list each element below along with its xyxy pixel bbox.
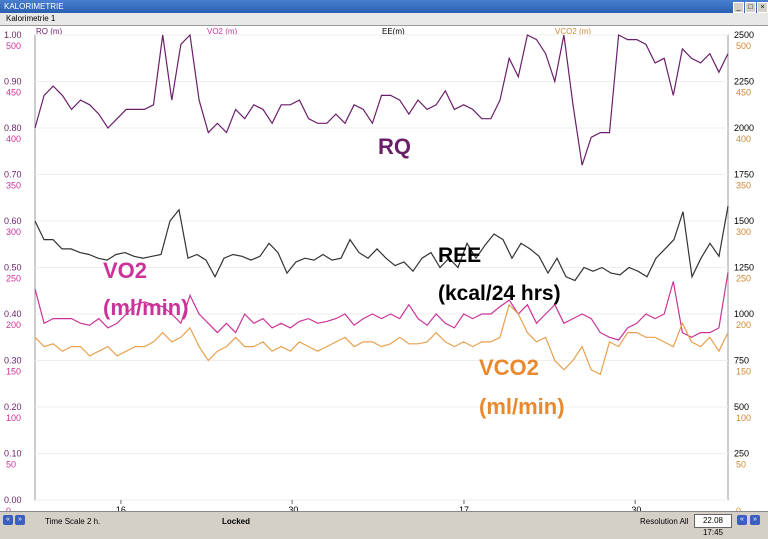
ee-tick-label: 500 bbox=[734, 402, 749, 412]
annotation-ree: REE bbox=[438, 244, 481, 267]
rq-tick-label: 1.00 bbox=[4, 30, 22, 40]
maximize-icon[interactable]: □ bbox=[745, 2, 756, 13]
resolution-label: Resolution All bbox=[640, 517, 689, 526]
minimize-icon[interactable]: _ bbox=[733, 2, 744, 13]
ee-tick-label: 1250 bbox=[734, 263, 754, 273]
vo2-tick-label: 300 bbox=[6, 227, 21, 237]
ee-tick-label: 1750 bbox=[734, 170, 754, 180]
vo2-tick-label: 350 bbox=[6, 181, 21, 191]
rq-tick-label: 0.00 bbox=[4, 495, 22, 505]
tab-kalorimetrie-1[interactable]: Kalorimetrie 1 bbox=[6, 13, 55, 25]
annotation-vco2-unit: (ml/min) bbox=[479, 394, 565, 419]
vco2-tick-label: 200 bbox=[736, 320, 751, 330]
vo2-tick-label: 150 bbox=[6, 367, 21, 377]
vo2-tick-label: 200 bbox=[6, 320, 21, 330]
rq-tick-label: 0.70 bbox=[4, 170, 22, 180]
window-title: KALORIMETRIE bbox=[4, 2, 64, 11]
ee-tick-label: 750 bbox=[734, 356, 749, 366]
vo2-tick-label: 400 bbox=[6, 134, 21, 144]
vo2-tick-label: 500 bbox=[6, 41, 21, 51]
tab-bar: Kalorimetrie 1 bbox=[0, 13, 768, 26]
rq-tick-label: 0.40 bbox=[4, 309, 22, 319]
annotation-rq: RQ bbox=[378, 134, 411, 159]
vo2-tick-label: 100 bbox=[6, 413, 21, 423]
rq-tick-label: 0.60 bbox=[4, 216, 22, 226]
ee-tick-label: 2000 bbox=[734, 123, 754, 133]
annotation-vo2-unit: (ml/min) bbox=[103, 295, 189, 320]
vo2-tick-label: 250 bbox=[6, 274, 21, 284]
vco2-tick-label: 400 bbox=[736, 134, 751, 144]
time-scale-label: Time Scale 2 h. bbox=[45, 517, 101, 526]
rq-tick-label: 0.80 bbox=[4, 123, 22, 133]
vco2-tick-label: 300 bbox=[736, 227, 751, 237]
ee-tick-label: 1500 bbox=[734, 216, 754, 226]
vco2-tick-label: 150 bbox=[736, 367, 751, 377]
vco2-tick-label: 100 bbox=[736, 413, 751, 423]
rq-tick-label: 0.30 bbox=[4, 356, 22, 366]
rq-tick-label: 0.20 bbox=[4, 402, 22, 412]
ee-tick-label: 1000 bbox=[734, 309, 754, 319]
vco2-tick-label: 500 bbox=[736, 41, 751, 51]
vo2-tick-label: 50 bbox=[6, 460, 16, 470]
locked-label: Locked bbox=[222, 517, 251, 526]
close-icon[interactable]: × bbox=[757, 2, 768, 13]
rq-tick-label: 0.10 bbox=[4, 449, 22, 459]
vco2-tick-label: 450 bbox=[736, 88, 751, 98]
ee-tick-label: 2250 bbox=[734, 77, 754, 87]
annotation-vo2: VO2 bbox=[103, 258, 147, 283]
chart-svg: RQ (m) VO2 (m) EE(m) VCO2 (m) 0.000.100.… bbox=[4, 27, 754, 511]
scroll-left-icon[interactable]: « bbox=[3, 515, 13, 525]
vo2-tick-label: 450 bbox=[6, 88, 21, 98]
annotation-vco2: VCO2 bbox=[479, 355, 539, 380]
scroll-right-icon[interactable]: » bbox=[15, 515, 25, 525]
annotation-ree-unit: (kcal/24 hrs) bbox=[438, 282, 561, 305]
window-titlebar: KALORIMETRIE _ □ × bbox=[0, 0, 768, 13]
vco2-tick-label: 350 bbox=[736, 181, 751, 191]
chart-area: RQ (m) VO2 (m) EE(m) VCO2 (m) 0.00 0.10 0.… bbox=[0, 26, 768, 511]
ee-tick-label: 2500 bbox=[734, 30, 754, 40]
rq-tick-label: 0.50 bbox=[4, 263, 22, 273]
ee-tick-label: 250 bbox=[734, 449, 749, 459]
vco2-tick-label: 250 bbox=[736, 274, 751, 284]
time-field[interactable]: 22.08 17:45 bbox=[694, 514, 732, 537]
vco2-tick-label: 50 bbox=[736, 460, 746, 470]
rq-tick-label: 0.90 bbox=[4, 77, 22, 87]
end-right-icon[interactable]: » bbox=[750, 515, 760, 525]
status-bar: « » Time Scale 2 h. Locked Resolution Al… bbox=[0, 511, 768, 537]
end-left-icon[interactable]: « bbox=[737, 515, 747, 525]
